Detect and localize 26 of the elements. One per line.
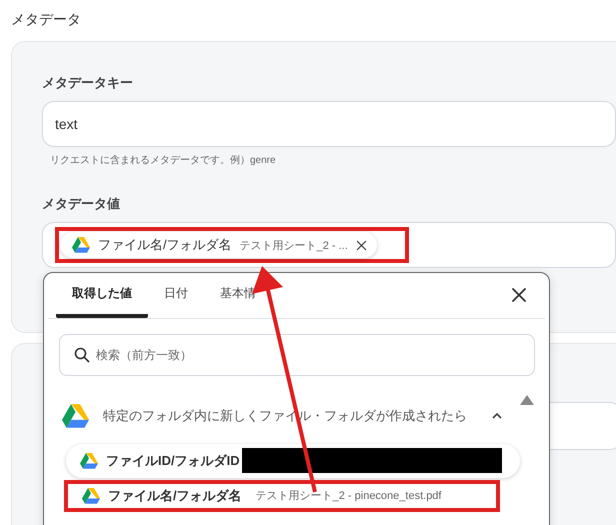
section-title: メタデータ: [10, 10, 82, 29]
drive-icon: [72, 237, 90, 253]
value-option[interactable]: ファイルID/フォルダID: [66, 444, 520, 478]
scroll-up-icon[interactable]: [520, 395, 534, 405]
input-field[interactable]: text: [42, 101, 616, 147]
chip-value: テスト用シート_2 - ...: [240, 238, 348, 252]
option-name: ファイルID/フォルダID: [106, 452, 240, 470]
field-label: メタデータ値: [42, 195, 121, 213]
drive-icon: [80, 452, 98, 469]
tab[interactable]: 取得した値: [56, 273, 148, 318]
chevron-icon[interactable]: [492, 412, 502, 419]
chip-name: ファイル名/フォルダ名: [98, 236, 232, 254]
tab[interactable]: 日付: [148, 273, 204, 318]
field-label: メタデータキー: [42, 74, 134, 92]
close-icon[interactable]: [356, 240, 367, 250]
option-name: ファイル名/フォルダ名: [108, 486, 242, 505]
value-chip[interactable]: ファイル名/フォルダ名 テスト用シート_2 - ...: [60, 232, 377, 258]
help-text: リクエストに含まれるメタデータです。例）genre: [50, 154, 277, 167]
search-icon: [74, 347, 90, 363]
search-placeholder: 検索（前方一致）: [96, 346, 192, 364]
drive-icon: [82, 488, 100, 504]
option-value: テスト用シート_2 - pinecone_test.pdf: [256, 489, 442, 504]
search-field[interactable]: 検索（前方一致）: [59, 334, 535, 376]
close-icon[interactable]: [511, 287, 527, 303]
input-field[interactable]: ファイル名/フォルダ名 テスト用シート_2 - ...: [42, 222, 616, 268]
drive-icon: [62, 404, 89, 428]
